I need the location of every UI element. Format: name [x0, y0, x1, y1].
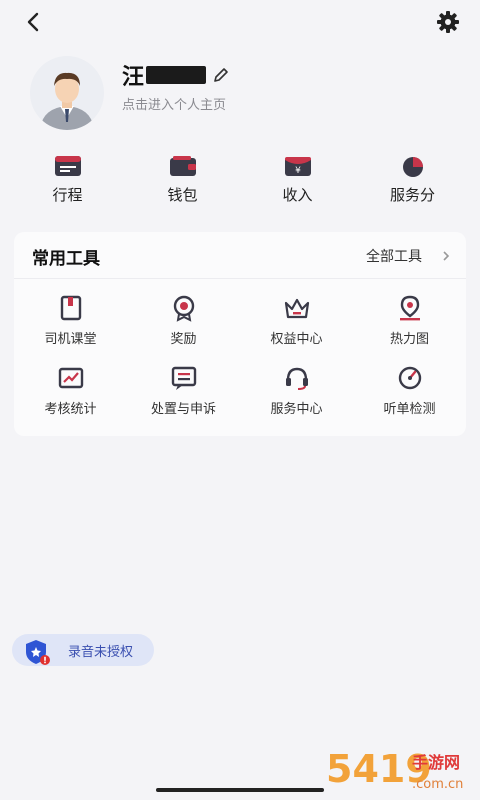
- tool-disposal-appeal[interactable]: 处置与申诉: [127, 364, 240, 422]
- name-redaction: [146, 66, 207, 84]
- tool-label: 听单检测: [383, 402, 436, 417]
- profile-subtitle: 点击进入个人主页: [122, 98, 227, 113]
- headset-icon: [285, 367, 308, 390]
- tool-label: 热力图: [389, 332, 429, 347]
- home-indicator: [156, 788, 324, 792]
- tool-label: 处置与申诉: [150, 402, 216, 417]
- top-bar: [0, 0, 480, 44]
- tool-driver-class[interactable]: 司机课堂: [14, 294, 127, 352]
- book-icon: [60, 295, 81, 321]
- gauge-icon: [398, 366, 421, 390]
- site-watermark: 5419 手游网 .com.cn: [326, 747, 463, 792]
- quick-action-service-score[interactable]: 服务分: [355, 150, 470, 210]
- map-pin-icon: [399, 295, 420, 321]
- service-score-icon: [402, 157, 423, 177]
- quick-action-income[interactable]: ¥ 收入: [240, 150, 355, 210]
- message-icon: [171, 366, 196, 390]
- recording-label: 录音未授权: [68, 645, 134, 660]
- tool-service-center[interactable]: 服务中心: [240, 364, 353, 422]
- tools-title: 常用工具: [32, 249, 100, 269]
- chevron-right-icon: [443, 251, 450, 261]
- tool-assessment-stats[interactable]: 考核统计: [14, 364, 127, 422]
- recording-unauthorized-badge[interactable]: 录音未授权: [12, 634, 154, 666]
- quick-action-wallet[interactable]: 钱包: [125, 150, 240, 210]
- profile-name-row[interactable]: 汪: [122, 60, 230, 90]
- quick-action-label: 服务分: [389, 186, 435, 204]
- quick-action-label: 收入: [282, 186, 313, 204]
- all-tools-link[interactable]: 全部工具: [366, 246, 452, 266]
- profile-name: 汪: [122, 65, 145, 90]
- wallet-icon: [169, 156, 196, 176]
- quick-action-label: 行程: [52, 186, 83, 204]
- edit-pencil-icon[interactable]: [212, 66, 230, 84]
- back-arrow-icon[interactable]: [20, 8, 48, 36]
- tool-heatmap[interactable]: 热力图: [353, 294, 466, 352]
- income-icon: ¥: [284, 157, 311, 176]
- svg-text:5419: 5419: [326, 747, 432, 791]
- tool-reward[interactable]: 奖励: [127, 294, 240, 352]
- profile-header[interactable]: 汪 点击进入个人主页: [0, 44, 480, 144]
- medal-icon: [173, 295, 194, 322]
- tool-label: 考核统计: [44, 402, 97, 417]
- tool-label: 奖励: [170, 332, 197, 347]
- tools-header: 常用工具 全部工具: [14, 232, 466, 279]
- tool-label: 服务中心: [270, 402, 323, 417]
- chart-icon: [58, 367, 83, 389]
- itinerary-icon: [54, 156, 81, 176]
- quick-actions: 行程 钱包 ¥ 收入 服务分: [0, 150, 480, 210]
- svg-text:手游网: 手游网: [412, 753, 460, 772]
- tool-order-listening-test[interactable]: 听单检测: [353, 364, 466, 422]
- svg-text:¥: ¥: [295, 166, 301, 176]
- crown-icon: [284, 298, 309, 319]
- common-tools-card: 常用工具 全部工具 司机课堂 奖励 权益中心 热力图 考核统计 处置与申诉 服务…: [14, 232, 466, 436]
- svg-text:.com.cn: .com.cn: [412, 777, 463, 792]
- tool-benefits-center[interactable]: 权益中心: [240, 294, 353, 352]
- quick-action-itinerary[interactable]: 行程: [10, 150, 125, 210]
- tool-label: 权益中心: [270, 332, 323, 347]
- settings-gear-icon[interactable]: [434, 8, 462, 36]
- shield-icon: [26, 640, 50, 665]
- quick-action-label: 钱包: [167, 186, 198, 204]
- driver-avatar-icon: [40, 72, 94, 130]
- avatar[interactable]: [30, 56, 104, 130]
- tool-label: 司机课堂: [44, 332, 97, 347]
- all-tools-label: 全部工具: [366, 249, 422, 265]
